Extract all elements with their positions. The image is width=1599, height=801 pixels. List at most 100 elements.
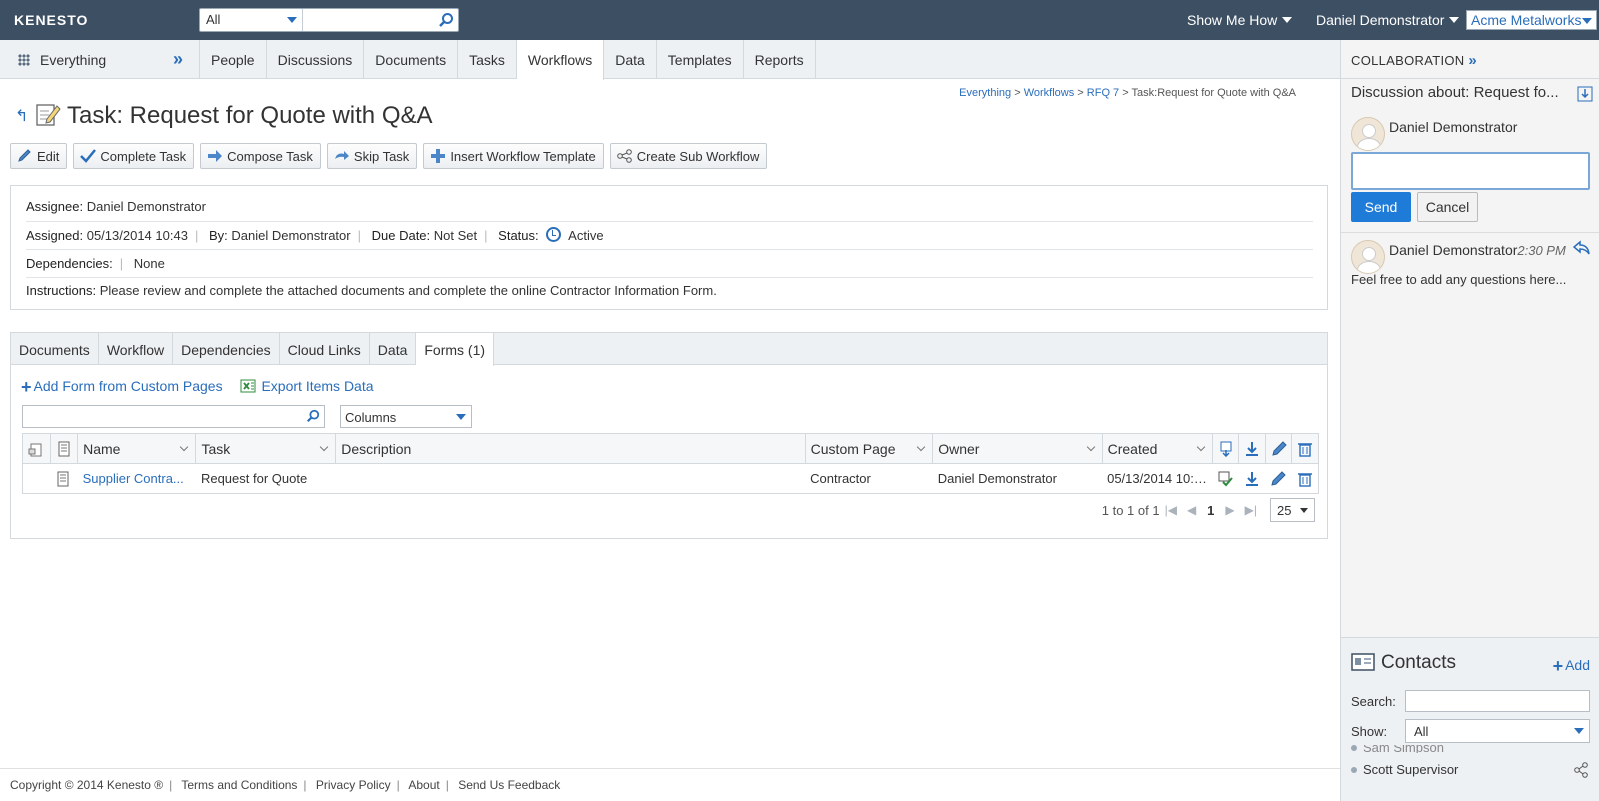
skip-task-button[interactable]: Skip Task: [326, 143, 418, 169]
grid-icon: [18, 54, 30, 66]
task-edit-icon: [36, 104, 61, 126]
divider: [26, 221, 1313, 222]
subtab-cloud-links[interactable]: Cloud Links: [280, 333, 370, 365]
delete-column-header[interactable]: [1291, 433, 1319, 464]
pencil-icon: [1272, 440, 1287, 456]
tab-tasks[interactable]: Tasks: [458, 40, 517, 79]
collaboration-header[interactable]: COLLABORATION »: [1341, 40, 1599, 79]
footer-terms-link[interactable]: Terms and Conditions: [181, 778, 297, 792]
page-size-select[interactable]: 25: [1270, 498, 1315, 522]
tab-people[interactable]: People: [200, 40, 267, 79]
kenesto-logo[interactable]: KENESTO: [14, 12, 88, 28]
show-me-how-menu[interactable]: Show Me How: [1187, 12, 1293, 28]
last-page-icon[interactable]: ▶|: [1245, 503, 1257, 517]
breadcrumb-workflows[interactable]: Workflows: [1024, 87, 1075, 99]
breadcrumb-rfq[interactable]: RFQ 7: [1087, 87, 1119, 99]
global-search-input[interactable]: [304, 9, 434, 31]
tab-reports[interactable]: Reports: [744, 40, 816, 79]
everything-menu[interactable]: Everything »: [0, 40, 200, 79]
owner-column-header[interactable]: Owner: [932, 433, 1103, 464]
comment-time: 2:30 PM: [1517, 243, 1566, 258]
first-page-icon[interactable]: |◀: [1165, 503, 1177, 517]
tab-discussions[interactable]: Discussions: [267, 40, 365, 79]
footer-about-link[interactable]: About: [408, 778, 439, 792]
global-search: All: [199, 8, 459, 32]
subtab-dependencies[interactable]: Dependencies: [173, 333, 280, 365]
back-arrow-icon[interactable]: ↰: [15, 106, 28, 126]
chevron-down-icon: [287, 17, 297, 23]
contacts-card-icon: [1351, 653, 1375, 671]
trash-icon: [1297, 472, 1312, 487]
double-chevron-right-icon[interactable]: »: [1468, 52, 1477, 69]
compose-task-button[interactable]: Compose Task: [200, 143, 321, 169]
share-icon[interactable]: [1573, 762, 1589, 778]
custom-page-column-header[interactable]: Custom Page: [804, 433, 934, 464]
description-column-header[interactable]: Description: [335, 433, 806, 464]
created-column-header[interactable]: Created: [1101, 433, 1213, 464]
type-column-header[interactable]: [49, 433, 79, 464]
organization-select[interactable]: Acme Metalworks: [1466, 10, 1597, 30]
list-item[interactable]: Scott Supervisor: [1351, 762, 1458, 777]
forms-search-field[interactable]: [22, 405, 325, 428]
name-column-header[interactable]: Name: [77, 433, 197, 464]
export-items-button[interactable]: Export Items Data: [240, 378, 374, 394]
subtab-workflow[interactable]: Workflow: [99, 333, 174, 365]
footer-privacy-link[interactable]: Privacy Policy: [316, 778, 391, 792]
subtab-forms[interactable]: Forms (1): [416, 333, 495, 366]
next-page-icon[interactable]: ▶: [1225, 503, 1234, 517]
row-download-cell[interactable]: [1238, 463, 1266, 494]
tab-data[interactable]: Data: [604, 40, 657, 79]
task-header-label: Task: [201, 440, 231, 457]
organization-name: Acme Metalworks: [1471, 12, 1582, 28]
tab-templates[interactable]: Templates: [657, 40, 744, 79]
checkin-column-header[interactable]: [1211, 433, 1240, 464]
skip-task-label: Skip Task: [353, 149, 410, 164]
contact-name: Scott Supervisor: [1363, 762, 1459, 777]
search-icon[interactable]: [306, 409, 320, 423]
task-column-header[interactable]: Task: [195, 433, 337, 464]
subtab-documents[interactable]: Documents: [11, 333, 99, 365]
subtab-data[interactable]: Data: [370, 333, 417, 365]
tab-workflows[interactable]: Workflows: [516, 40, 605, 80]
prev-page-icon[interactable]: ◀: [1187, 503, 1196, 517]
contacts-show-select[interactable]: All: [1405, 719, 1590, 743]
list-item[interactable]: Sam Simpson: [1351, 745, 1444, 753]
double-chevron-right-icon[interactable]: »: [173, 49, 183, 70]
comment-input[interactable]: [1351, 152, 1590, 190]
row-delete-cell[interactable]: [1291, 463, 1319, 494]
add-contact-button[interactable]: + Add: [1553, 656, 1590, 677]
table-row[interactable]: Supplier Contra... Request for Quote Con…: [22, 463, 1319, 494]
instructions-label: Instructions:: [26, 283, 97, 298]
reply-icon[interactable]: [1573, 240, 1591, 256]
search-scope-select[interactable]: All: [200, 9, 303, 31]
row-checkin-cell[interactable]: [1212, 463, 1239, 494]
add-form-button[interactable]: + Add Form from Custom Pages: [21, 377, 223, 397]
row-edit-cell[interactable]: [1265, 463, 1292, 494]
checkin-check-icon: [1218, 471, 1234, 486]
row-name-link[interactable]: Supplier Contra...: [77, 463, 196, 494]
send-button[interactable]: Send: [1351, 192, 1411, 222]
contact-name: Sam Simpson: [1363, 745, 1444, 753]
edit-column-header[interactable]: [1264, 433, 1293, 464]
lock-column-header[interactable]: [22, 433, 51, 464]
create-sub-workflow-button[interactable]: Create Sub Workflow: [609, 143, 768, 169]
search-icon[interactable]: [438, 12, 454, 28]
complete-task-button[interactable]: Complete Task: [73, 143, 195, 169]
current-page[interactable]: 1: [1207, 503, 1214, 518]
row-lock-cell: [22, 463, 51, 494]
contacts-search-input[interactable]: [1405, 690, 1590, 712]
cancel-button[interactable]: Cancel: [1417, 192, 1478, 222]
insert-workflow-template-button[interactable]: Insert Workflow Template: [423, 143, 604, 169]
user-menu[interactable]: Daniel Demonstrator: [1316, 12, 1460, 28]
download-column-header[interactable]: [1238, 433, 1266, 464]
footer-feedback-link[interactable]: Send Us Feedback: [458, 778, 560, 792]
download-icon[interactable]: [1577, 86, 1593, 102]
breadcrumb-everything[interactable]: Everything: [959, 87, 1011, 99]
columns-select[interactable]: Columns: [340, 405, 472, 428]
collaboration-panel: COLLABORATION » Discussion about: Reques…: [1340, 40, 1599, 801]
form-icon: [58, 441, 70, 456]
chevron-down-icon: [1582, 18, 1592, 24]
edit-button[interactable]: Edit: [10, 143, 68, 169]
dependencies-value: None: [133, 256, 165, 271]
tab-documents[interactable]: Documents: [364, 40, 459, 79]
